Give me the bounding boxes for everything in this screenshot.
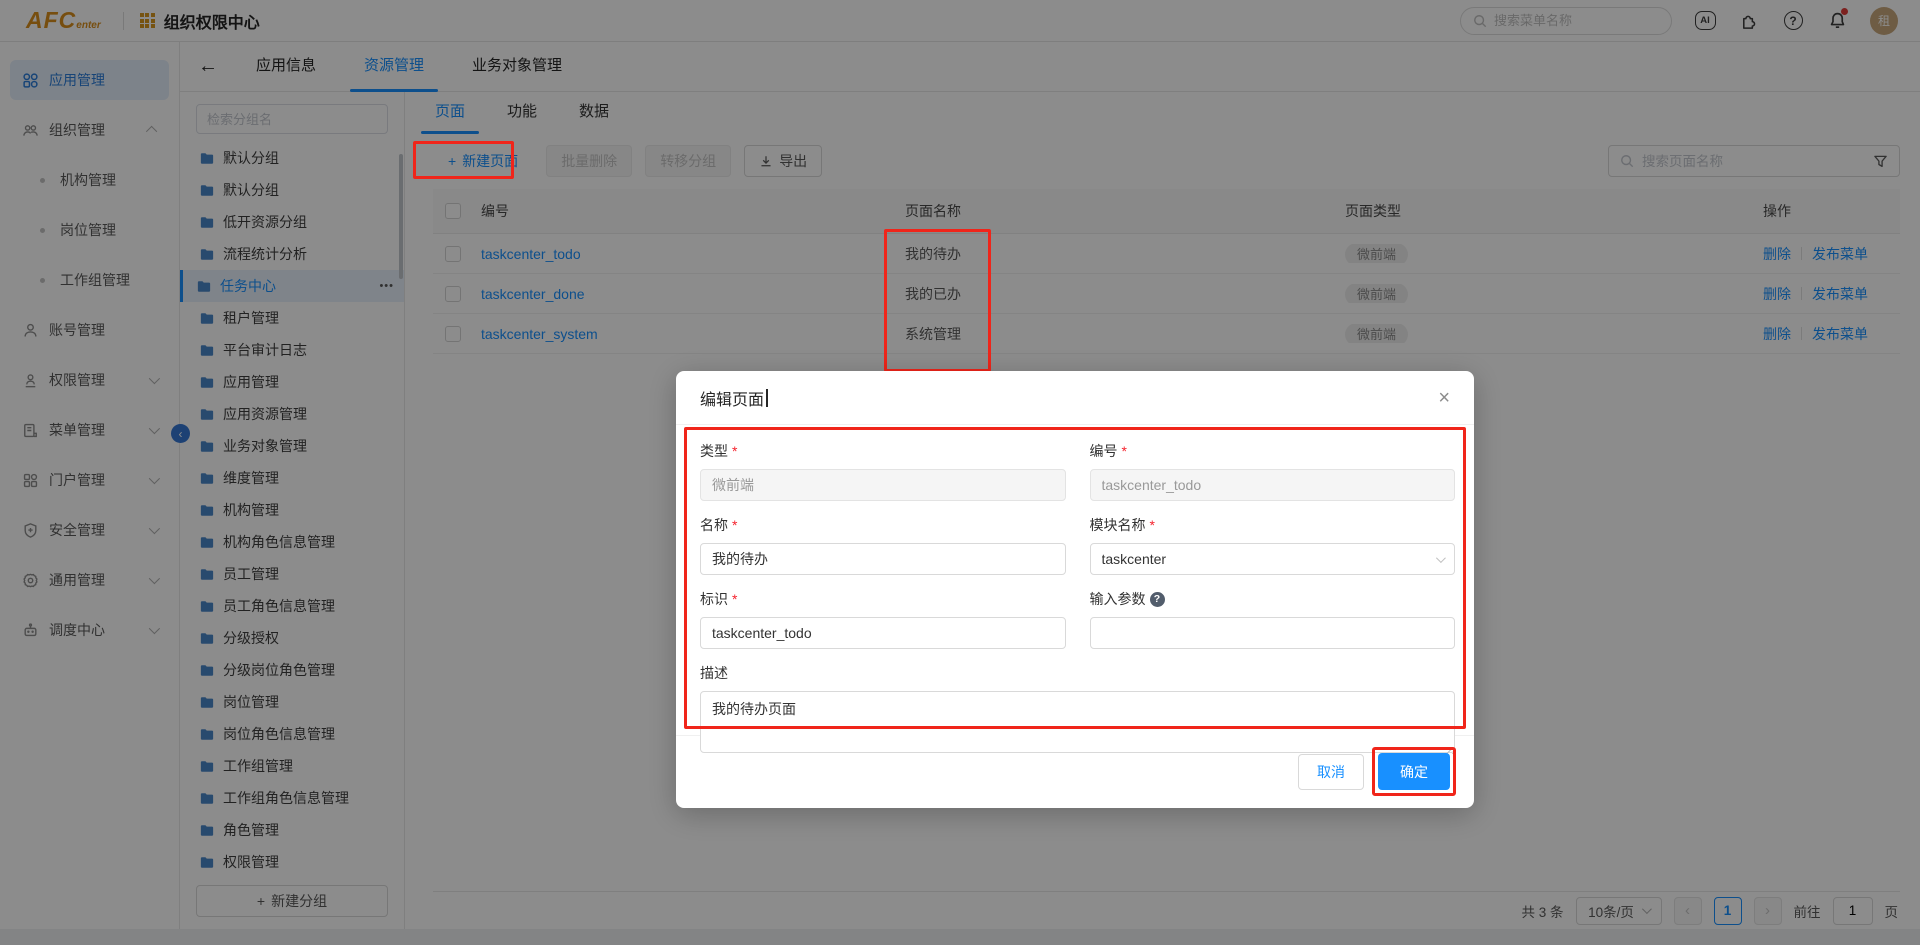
required-mark: * bbox=[1149, 517, 1155, 533]
field-label-code: 编号 * bbox=[1089, 443, 1127, 459]
field-label-module: 模块名称 * bbox=[1089, 517, 1155, 533]
required-mark: * bbox=[732, 591, 738, 607]
name-input[interactable] bbox=[700, 543, 1066, 575]
field-label-name: 名称 * bbox=[700, 517, 738, 533]
params-input[interactable] bbox=[1089, 617, 1455, 649]
description-textarea[interactable]: 我的待办页面 bbox=[700, 691, 1455, 753]
edit-page-modal: 编辑页面 × 类型* 编号* 名称* bbox=[676, 371, 1474, 808]
field-label-params: 输入参数 ? bbox=[1090, 589, 1456, 609]
required-mark: * bbox=[732, 443, 738, 459]
confirm-button[interactable]: 确定 bbox=[1378, 753, 1450, 790]
code-input bbox=[1089, 469, 1455, 501]
field-label-type: 类型 * bbox=[700, 443, 738, 459]
type-input bbox=[700, 469, 1066, 501]
cancel-button[interactable]: 取消 bbox=[1298, 753, 1364, 790]
module-select[interactable] bbox=[1089, 543, 1455, 575]
required-mark: * bbox=[732, 517, 738, 533]
identifier-label: 标识 bbox=[700, 591, 728, 607]
required-mark: * bbox=[1121, 443, 1127, 459]
field-label-description: 描述 bbox=[700, 665, 728, 681]
identifier-input[interactable] bbox=[700, 617, 1066, 649]
modal-body: 类型* 编号* 名称* 模块名称* bbox=[676, 425, 1474, 754]
modal-header: 编辑页面 × bbox=[676, 371, 1474, 425]
modal-title: 编辑页面 bbox=[700, 391, 765, 409]
text-caret bbox=[766, 388, 768, 407]
field-label-identifier: 名称标识* bbox=[700, 589, 1066, 609]
param-help-icon[interactable]: ? bbox=[1149, 591, 1165, 607]
close-icon[interactable]: × bbox=[1438, 388, 1450, 408]
